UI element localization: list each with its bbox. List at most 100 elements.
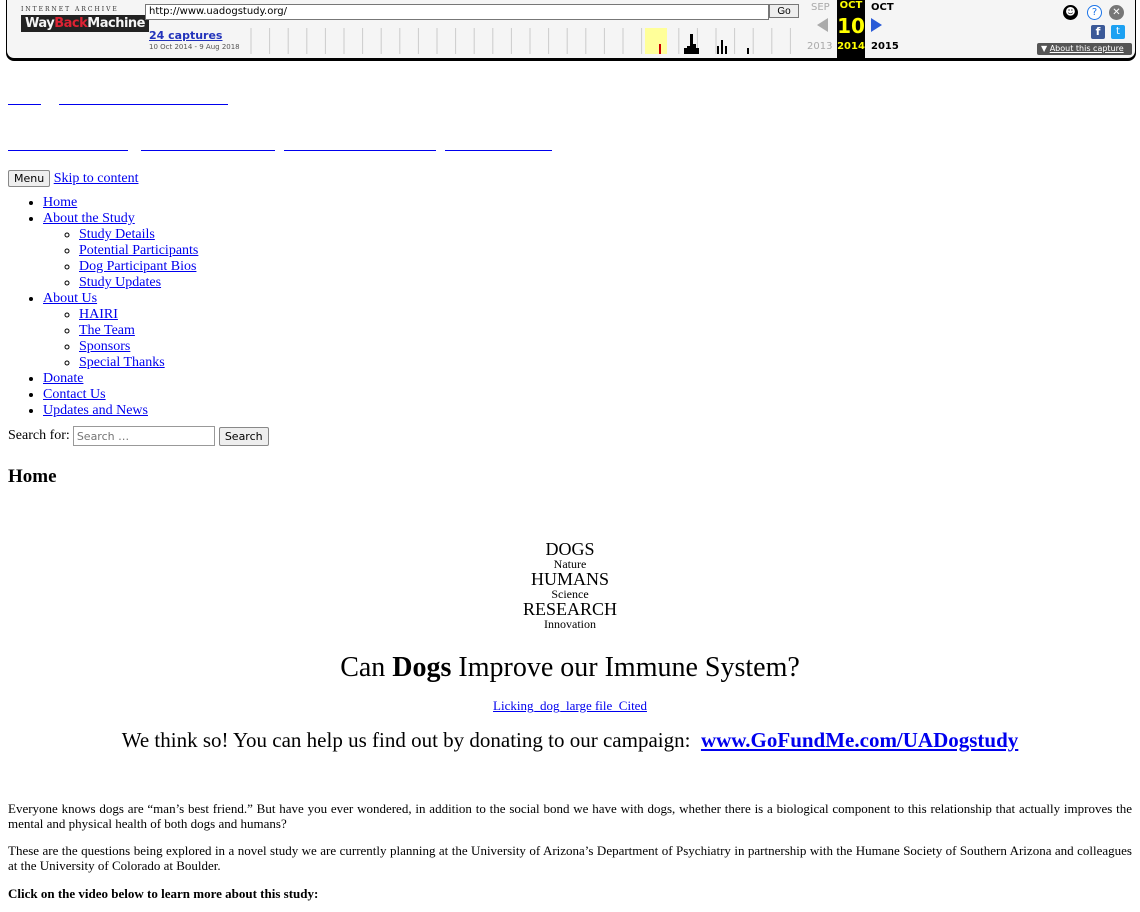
facebook-icon[interactable]: f bbox=[1091, 25, 1105, 39]
sparkline-selected-capture bbox=[659, 44, 661, 54]
tagline-line: DOGS bbox=[545, 539, 595, 559]
next-year[interactable]: 2015 bbox=[871, 41, 899, 52]
site-logo-link[interactable] bbox=[8, 96, 41, 105]
capture-calendar: SEP OCT OCT 10 2013 2014 2015 bbox=[805, 0, 915, 58]
logo-back: Back bbox=[54, 16, 88, 31]
nav-link-about-us[interactable]: About Us bbox=[43, 291, 97, 306]
logo-machine: Machine bbox=[87, 16, 145, 31]
nav-item-donate: Donate bbox=[43, 371, 1132, 387]
submenu-item: Study Updates bbox=[79, 275, 1132, 291]
wayback-logo[interactable]: INTERNET ARCHIVE WayBackMachine bbox=[21, 6, 149, 32]
capture-bar bbox=[747, 48, 749, 54]
about-capture-button[interactable]: ▼ About this capture bbox=[1037, 43, 1132, 55]
header-link-2[interactable] bbox=[141, 142, 275, 151]
submenu-about-the-study: Study Details Potential Participants Dog… bbox=[43, 227, 1132, 291]
nav-link-the-team[interactable]: The Team bbox=[79, 323, 135, 338]
headline-pre: Can bbox=[340, 652, 393, 683]
submenu-item: Study Details bbox=[79, 227, 1132, 243]
headline-bold: Dogs bbox=[392, 652, 452, 683]
close-icon[interactable]: ✕ bbox=[1109, 5, 1124, 20]
nav-link-dog-participant-bios[interactable]: Dog Participant Bios bbox=[79, 259, 196, 274]
nav-item-contact-us: Contact Us bbox=[43, 387, 1132, 403]
nav-link-study-updates[interactable]: Study Updates bbox=[79, 275, 161, 290]
submenu-item: Special Thanks bbox=[79, 355, 1132, 371]
tagline-block: DOGS Nature HUMANS Science RESEARCH Inno… bbox=[8, 540, 1132, 630]
nav-link-contact-us[interactable]: Contact Us bbox=[43, 387, 106, 402]
nav-link-donate[interactable]: Donate bbox=[43, 371, 83, 386]
capture-bar bbox=[725, 46, 727, 54]
url-input[interactable]: http://www.uadogstudy.org/ bbox=[145, 4, 769, 20]
video-prompt: Click on the video below to learn more a… bbox=[8, 886, 319, 901]
twitter-icon[interactable]: t bbox=[1111, 25, 1125, 39]
broken-image[interactable]: Licking_dog_large file_Cited bbox=[8, 698, 1132, 714]
header-link-1[interactable] bbox=[8, 142, 128, 151]
submenu-item: The Team bbox=[79, 323, 1132, 339]
next-capture-arrow-icon[interactable] bbox=[871, 18, 882, 32]
menu-button[interactable]: Menu bbox=[8, 170, 51, 187]
capture-bar bbox=[693, 44, 696, 54]
logo-wayback-machine: WayBackMachine bbox=[21, 15, 149, 32]
captures-link[interactable]: 24 captures bbox=[149, 29, 222, 42]
broken-image-alt-text[interactable]: Licking_dog_large file_Cited bbox=[493, 698, 647, 713]
logo-internet-archive: INTERNET ARCHIVE bbox=[21, 6, 119, 13]
submenu-item: Potential Participants bbox=[79, 243, 1132, 259]
prev-capture-arrow-icon[interactable] bbox=[817, 18, 828, 32]
tagline-line: Innovation bbox=[544, 617, 596, 631]
capture-date-range: 10 Oct 2014 - 9 Aug 2018 bbox=[149, 43, 240, 51]
submenu-item: Sponsors bbox=[79, 339, 1132, 355]
current-day: 10 bbox=[837, 14, 865, 38]
prev-month[interactable]: SEP bbox=[811, 2, 830, 13]
header-link-4[interactable] bbox=[445, 142, 552, 151]
nav-item-about-the-study: About the Study Study Details Potential … bbox=[43, 211, 1132, 291]
nav-link-sponsors[interactable]: Sponsors bbox=[79, 339, 130, 354]
capture-bar bbox=[687, 46, 690, 54]
submenu-item: Dog Participant Bios bbox=[79, 259, 1132, 275]
capture-sparkline[interactable] bbox=[247, 28, 797, 54]
help-icon[interactable]: ? bbox=[1087, 5, 1102, 20]
nav-item-home: Home bbox=[43, 195, 1132, 211]
search-label: Search for: bbox=[8, 428, 70, 443]
wayback-toolbar: INTERNET ARCHIVE WayBackMachine http://w… bbox=[6, 0, 1136, 59]
capture-bar bbox=[696, 48, 699, 54]
search-button[interactable]: Search bbox=[218, 426, 269, 446]
submenu-about-us: HAIRI The Team Sponsors Special Thanks bbox=[43, 307, 1132, 371]
headline: Can Dogs Improve our Immune System? bbox=[8, 652, 1132, 684]
current-year: 2014 bbox=[837, 41, 865, 52]
nav-link-home[interactable]: Home bbox=[43, 195, 77, 210]
donate-text: We think so! You can help us find out by… bbox=[121, 728, 701, 752]
skip-to-content-link[interactable]: Skip to content bbox=[54, 171, 139, 186]
user-icon[interactable]: ☻ bbox=[1063, 5, 1078, 20]
search-form: Search for: Search bbox=[8, 426, 1132, 446]
tagline-line: RESEARCH bbox=[522, 599, 618, 619]
nav-link-special-thanks[interactable]: Special Thanks bbox=[79, 355, 165, 370]
menu-row: Menu Skip to content bbox=[8, 170, 1132, 187]
about-capture-label: About this capture bbox=[1049, 44, 1124, 53]
prev-year[interactable]: 2013 bbox=[807, 41, 832, 52]
next-month[interactable]: OCT bbox=[871, 2, 894, 13]
page-content: Menu Skip to content Home About the Stud… bbox=[8, 170, 1132, 901]
nav-link-potential-participants[interactable]: Potential Participants bbox=[79, 243, 198, 258]
site-title-link[interactable] bbox=[59, 96, 228, 105]
primary-nav: Home About the Study Study Details Poten… bbox=[8, 195, 1132, 419]
capture-bar bbox=[721, 40, 723, 54]
nav-item-about-us: About Us HAIRI The Team Sponsors Special… bbox=[43, 291, 1132, 371]
search-input[interactable] bbox=[72, 426, 215, 446]
nav-link-hairi[interactable]: HAIRI bbox=[79, 307, 118, 322]
gofundme-link[interactable]: www.GoFundMe.com/UADogstudy bbox=[701, 728, 1018, 752]
go-button[interactable]: Go bbox=[769, 4, 799, 18]
capture-bar bbox=[717, 46, 719, 54]
nav-link-study-details[interactable]: Study Details bbox=[79, 227, 155, 242]
headline-post: Improve our Immune System? bbox=[451, 652, 800, 683]
nav-link-about-the-study[interactable]: About the Study bbox=[43, 211, 135, 226]
logo-way: Way bbox=[25, 16, 55, 31]
page-title: Home bbox=[8, 466, 57, 487]
donate-callout: We think so! You can help us find out by… bbox=[8, 728, 1132, 753]
header-link-3[interactable] bbox=[284, 142, 436, 151]
nav-item-updates-and-news: Updates and News bbox=[43, 403, 1132, 419]
capture-bar bbox=[684, 48, 687, 54]
sparkline-current-year bbox=[645, 28, 667, 54]
intro-paragraph: Everyone knows dogs are “man’s best frie… bbox=[8, 801, 1132, 831]
nav-link-updates-and-news[interactable]: Updates and News bbox=[43, 403, 148, 418]
capture-bar bbox=[690, 34, 693, 54]
sparkline-year-grid bbox=[250, 28, 791, 54]
